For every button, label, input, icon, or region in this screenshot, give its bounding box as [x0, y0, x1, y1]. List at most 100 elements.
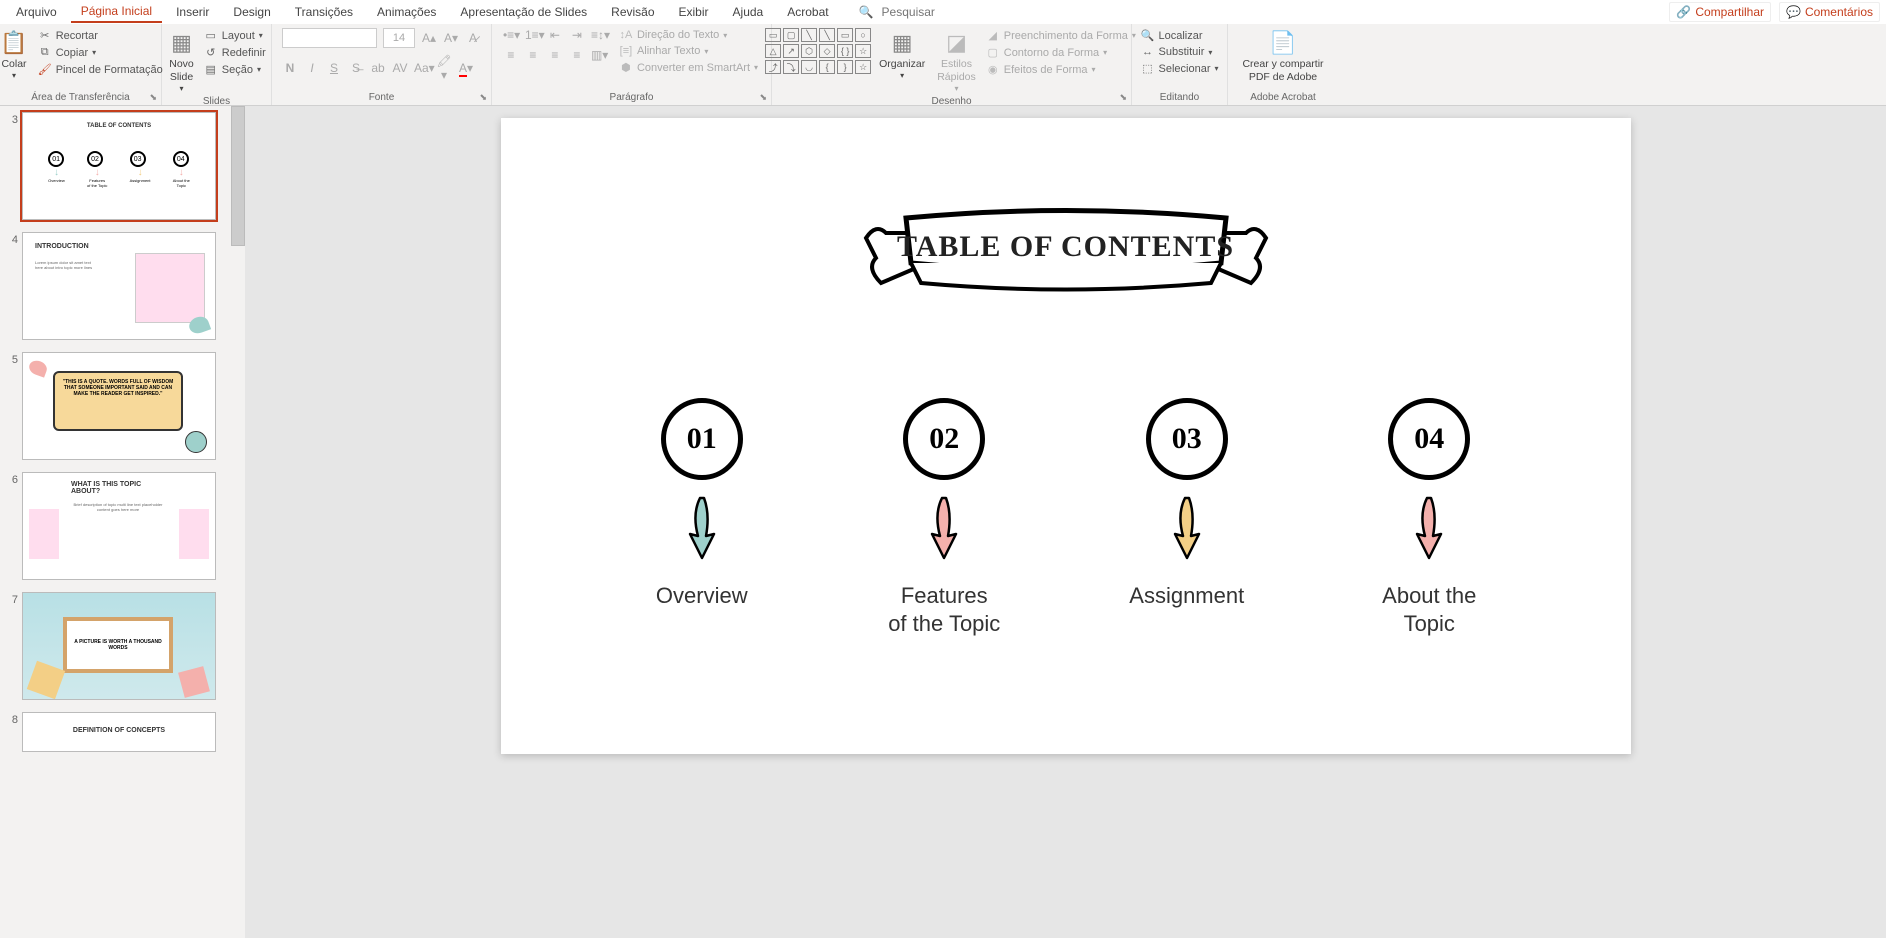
copy-icon: ⧉ [38, 46, 52, 59]
reset-button[interactable]: ↺Redefinir [202, 45, 268, 60]
cut-button[interactable]: ✂Recortar [36, 28, 165, 43]
find-button[interactable]: 🔍Localizar [1139, 28, 1221, 43]
italic-button[interactable]: I [304, 61, 320, 75]
tab-arquivo[interactable]: Arquivo [6, 2, 67, 22]
toc-label: Featuresof the Topic [888, 582, 1000, 637]
convert-smartart-button[interactable]: ⬢Converter em SmartArt▾ [617, 60, 760, 75]
layout-button[interactable]: ▭Layout▾ [202, 28, 268, 43]
toc-label: About theTopic [1382, 582, 1476, 637]
thumb-number: 7 [4, 592, 18, 606]
select-button[interactable]: ⬚Selecionar▾ [1139, 61, 1221, 76]
share-icon: 🔗 [1676, 5, 1691, 19]
shadow-button[interactable]: ab [370, 61, 386, 75]
bold-button[interactable]: N [282, 61, 298, 75]
font-color-button[interactable]: A▾ [458, 61, 474, 75]
group-slides: ▦ Novo Slide▾ ▭Layout▾ ↺Redefinir ▤Seção… [162, 24, 272, 105]
shape-effects-button[interactable]: ◉Efeitos de Forma▾ [984, 62, 1138, 77]
tab-exibir[interactable]: Exibir [669, 2, 719, 22]
slide-thumbnail-4[interactable]: INTRODUCTION Lorem ipsum dolor sit amet … [22, 232, 216, 340]
decrease-font-icon[interactable]: A▾ [443, 31, 459, 45]
dialog-launcher[interactable]: ⬊ [479, 92, 487, 103]
arrow-icon [682, 494, 722, 564]
fill-icon: ◢ [986, 29, 1000, 42]
tab-animacoes[interactable]: Animações [367, 2, 446, 22]
shape-fill-button[interactable]: ◢Preenchimento da Forma▾ [984, 28, 1138, 43]
tab-transicoes[interactable]: Transições [285, 2, 363, 22]
tab-inserir[interactable]: Inserir [166, 2, 219, 22]
line-spacing-button[interactable]: ≡↕▾ [591, 28, 607, 42]
quick-styles-button[interactable]: ◪Estilos Rápidos▾ [933, 28, 980, 95]
thumb-number: 4 [4, 232, 18, 246]
tab-ajuda[interactable]: Ajuda [723, 2, 774, 22]
strike-button[interactable]: S̶ [348, 61, 364, 75]
pdf-icon: 📄 [1269, 30, 1296, 56]
clear-format-icon[interactable]: A̷ [465, 31, 481, 45]
find-icon: 🔍 [1141, 29, 1155, 42]
slide-canvas-area[interactable]: TABLE OF CONTENTS 01 Overview 02 Feature… [245, 106, 1886, 938]
group-paragraph: •≡▾ 1≡▾ ⇤ ⇥ ≡↕▾ ≡ ≡ ≡ ≡ ▥▾ ↕ADireção do … [492, 24, 772, 105]
format-painter-button[interactable]: 🖌Pincel de Formatação [36, 62, 165, 77]
tab-apresentacao[interactable]: Apresentação de Slides [450, 2, 597, 22]
slide-canvas[interactable]: TABLE OF CONTENTS 01 Overview 02 Feature… [501, 118, 1631, 754]
slide-thumbnail-7[interactable]: A PICTURE IS WORTH A THOUSAND WORDS [22, 592, 216, 700]
arrange-button[interactable]: ▦Organizar▾ [875, 28, 929, 83]
tab-revisao[interactable]: Revisão [601, 2, 664, 22]
group-font: A▴ A▾ A̷ N I S S̶ ab AV Aa▾ 🖍▾ A▾ Fonte … [272, 24, 492, 105]
section-button[interactable]: ▤Seção▾ [202, 62, 268, 77]
paste-button[interactable]: 📋 Colar▾ [0, 28, 32, 83]
outdent-button[interactable]: ⇤ [547, 28, 563, 42]
slide-thumbnail-6[interactable]: WHAT IS THIS TOPIC ABOUT? Brief descript… [22, 472, 216, 580]
thumb-number: 3 [4, 112, 18, 126]
group-label: Adobe Acrobat [1234, 91, 1332, 105]
slide-thumbnails-panel[interactable]: 3 TABLE OF CONTENTS 01↓Overview 02↓Featu… [0, 106, 245, 938]
dialog-launcher[interactable]: ⬊ [149, 92, 157, 103]
section-icon: ▤ [204, 63, 218, 76]
group-clipboard: 📋 Colar▾ ✂Recortar ⧉Copiar▾ 🖌Pincel de F… [0, 24, 162, 105]
text-direction-button[interactable]: ↕ADireção do Texto▾ [617, 28, 760, 42]
tab-acrobat[interactable]: Acrobat [777, 2, 838, 22]
align-left-button[interactable]: ≡ [503, 48, 519, 62]
align-text-button[interactable]: [≡]Alinhar Texto▾ [617, 44, 760, 58]
toc-number-circle: 01 [661, 398, 743, 480]
new-slide-button[interactable]: ▦ Novo Slide▾ [165, 28, 198, 95]
case-button[interactable]: Aa▾ [414, 61, 430, 75]
comments-button[interactable]: 💬Comentários [1779, 2, 1880, 22]
dialog-launcher[interactable]: ⬊ [1119, 92, 1127, 103]
toc-label: Assignment [1129, 582, 1244, 610]
shapes-gallery[interactable]: ▭▢╲╲▭○ △↗⬡◇{ }☆ ⤴⤵◡{}☆ [765, 28, 871, 74]
group-label: Editando [1138, 91, 1221, 105]
slide-thumbnail-3[interactable]: TABLE OF CONTENTS 01↓Overview 02↓Feature… [22, 112, 216, 220]
slide-title: TABLE OF CONTENTS [846, 174, 1286, 319]
share-button[interactable]: 🔗Compartilhar [1669, 2, 1771, 22]
font-size-input[interactable] [383, 28, 415, 48]
search-input[interactable] [882, 5, 1002, 19]
copy-button[interactable]: ⧉Copiar▾ [36, 45, 165, 60]
align-right-button[interactable]: ≡ [547, 48, 563, 62]
increase-font-icon[interactable]: A▴ [421, 31, 437, 45]
bullets-button[interactable]: •≡▾ [503, 28, 519, 42]
shape-outline-button[interactable]: ▢Contorno da Forma▾ [984, 45, 1138, 60]
numbered-button[interactable]: 1≡▾ [525, 28, 541, 42]
underline-button[interactable]: S [326, 61, 342, 75]
spacing-button[interactable]: AV [392, 61, 408, 75]
align-center-button[interactable]: ≡ [525, 48, 541, 62]
arrange-icon: ▦ [892, 30, 913, 56]
group-editing: 🔍Localizar ↔Substituir▾ ⬚Selecionar▾ Edi… [1132, 24, 1228, 105]
tab-pagina-inicial[interactable]: Página Inicial [71, 1, 162, 23]
indent-button[interactable]: ⇥ [569, 28, 585, 42]
tab-design[interactable]: Design [223, 2, 280, 22]
slide-thumbnail-5[interactable]: "THIS IS A QUOTE. WORDS FULL OF WISDOM T… [22, 352, 216, 460]
highlight-button[interactable]: 🖍▾ [436, 54, 452, 82]
adobe-create-share-button[interactable]: 📄 Crear y compartir PDF de Adobe [1238, 28, 1327, 86]
slide-thumbnail-8[interactable]: DEFINITION OF CONCEPTS [22, 712, 216, 752]
new-slide-icon: ▦ [171, 30, 192, 56]
font-name-input[interactable] [282, 28, 377, 48]
reset-icon: ↺ [204, 46, 218, 59]
scrollbar[interactable] [231, 106, 245, 246]
arrow-icon [924, 494, 964, 564]
replace-button[interactable]: ↔Substituir▾ [1139, 45, 1221, 59]
toc-number-circle: 03 [1146, 398, 1228, 480]
columns-button[interactable]: ▥▾ [591, 48, 607, 62]
justify-button[interactable]: ≡ [569, 48, 585, 62]
group-label: Área de Transferência [6, 91, 155, 105]
